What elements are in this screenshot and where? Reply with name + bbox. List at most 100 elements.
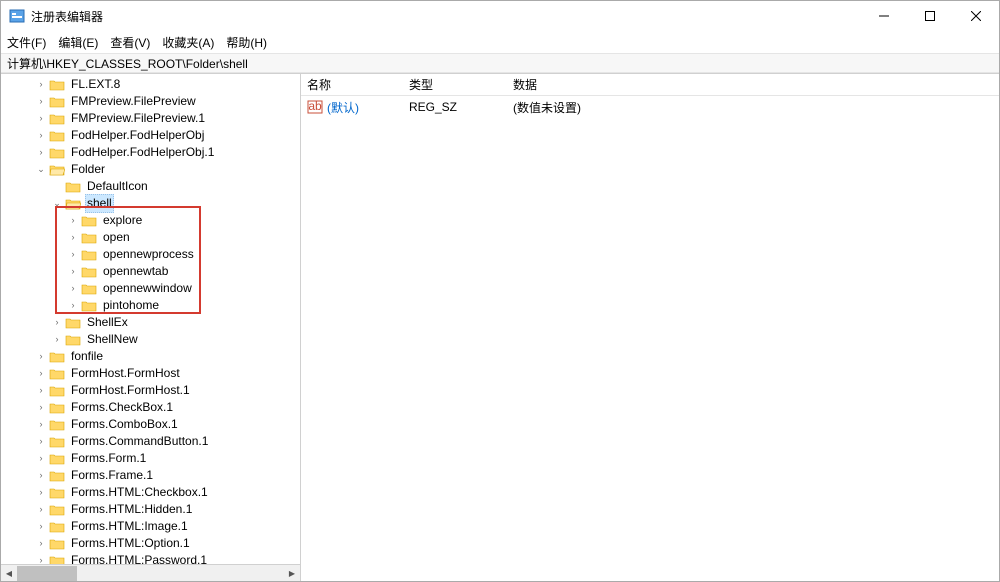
menu-view[interactable]: 查看(V) (110, 34, 150, 51)
menu-edit[interactable]: 编辑(E) (58, 34, 98, 51)
tree-toggle-icon[interactable]: › (35, 368, 47, 380)
tree-item[interactable]: › Forms.Frame.1 (1, 467, 300, 484)
folder-icon (49, 367, 65, 381)
tree-toggle-icon[interactable]: › (35, 147, 47, 159)
maximize-button[interactable] (907, 1, 953, 31)
tree-item[interactable]: DefaultIcon (1, 178, 300, 195)
menu-help[interactable]: 帮助(H) (226, 34, 267, 51)
tree-toggle-icon[interactable]: › (35, 436, 47, 448)
tree-toggle-icon[interactable]: › (67, 300, 79, 312)
menu-file[interactable]: 文件(F) (7, 34, 46, 51)
tree-item[interactable]: › Forms.HTML:Hidden.1 (1, 501, 300, 518)
tree-toggle-icon[interactable]: › (67, 283, 79, 295)
tree-toggle-icon[interactable]: › (35, 96, 47, 108)
content-area: › FL.EXT.8 › FMPreview.FilePreview › FMP… (1, 73, 999, 581)
folder-icon (81, 265, 97, 279)
tree-toggle-icon[interactable]: › (35, 419, 47, 431)
tree-item[interactable]: › Forms.HTML:Option.1 (1, 535, 300, 552)
tree-toggle-icon[interactable]: › (35, 402, 47, 414)
close-button[interactable] (953, 1, 999, 31)
tree-toggle-icon[interactable]: ⌄ (51, 198, 63, 210)
tree-toggle-icon[interactable]: › (67, 249, 79, 261)
folder-icon (49, 486, 65, 500)
tree-toggle-icon[interactable]: › (35, 470, 47, 482)
tree-item[interactable]: › FodHelper.FodHelperObj.1 (1, 144, 300, 161)
tree-item[interactable]: › FormHost.FormHost (1, 365, 300, 382)
tree-item[interactable]: › opennewprocess (1, 246, 300, 263)
address-bar[interactable]: 计算机\HKEY_CLASSES_ROOT\Folder\shell (1, 53, 999, 73)
tree-toggle-icon[interactable]: › (35, 504, 47, 516)
folder-icon (81, 248, 97, 262)
tree-item-label: Forms.ComboBox.1 (69, 416, 180, 433)
scroll-left-icon[interactable]: ◀ (1, 565, 17, 581)
app-icon (9, 8, 25, 24)
tree-item-label: opennewtab (101, 263, 170, 280)
folder-icon (49, 503, 65, 517)
tree-toggle-icon[interactable]: › (67, 215, 79, 227)
tree-item[interactable]: › fonfile (1, 348, 300, 365)
column-name[interactable]: 名称 (307, 76, 409, 93)
tree-item[interactable]: › Forms.CommandButton.1 (1, 433, 300, 450)
minimize-button[interactable] (861, 1, 907, 31)
tree-item[interactable]: › FL.EXT.8 (1, 76, 300, 93)
value-row[interactable]: ab (默认) REG_SZ (数值未设置) (307, 98, 993, 116)
tree-item[interactable]: › FMPreview.FilePreview.1 (1, 110, 300, 127)
tree-item[interactable]: › ShellNew (1, 331, 300, 348)
tree-item-label: FMPreview.FilePreview.1 (69, 110, 207, 127)
tree-item-label: ShellNew (85, 331, 140, 348)
tree-item[interactable]: › FMPreview.FilePreview (1, 93, 300, 110)
tree-item[interactable]: › Forms.HTML:Checkbox.1 (1, 484, 300, 501)
folder-icon (65, 316, 81, 330)
tree-toggle-icon[interactable]: › (67, 232, 79, 244)
tree-scrollbar-horizontal[interactable]: ◀ ▶ (1, 564, 300, 581)
tree-toggle-icon[interactable]: › (35, 453, 47, 465)
tree-toggle-icon[interactable]: › (35, 79, 47, 91)
column-type[interactable]: 类型 (409, 76, 513, 93)
tree-item-label: open (101, 229, 132, 246)
tree-toggle-icon[interactable]: › (35, 113, 47, 125)
tree-toggle-icon[interactable]: ⌄ (35, 164, 47, 176)
values-list[interactable]: ab (默认) REG_SZ (数值未设置) (301, 96, 999, 581)
tree-toggle-icon[interactable]: › (67, 266, 79, 278)
tree-toggle-icon[interactable]: › (35, 538, 47, 550)
menubar: 文件(F) 编辑(E) 查看(V) 收藏夹(A) 帮助(H) (1, 31, 999, 53)
tree-toggle-icon[interactable]: › (51, 334, 63, 346)
tree-item-label: ShellEx (85, 314, 130, 331)
tree-item[interactable]: › opennewtab (1, 263, 300, 280)
scroll-right-icon[interactable]: ▶ (284, 565, 300, 581)
tree-item[interactable]: ⌄ shell (1, 195, 300, 212)
tree-toggle-icon[interactable]: › (51, 317, 63, 329)
tree-toggle-icon[interactable]: › (35, 130, 47, 142)
tree-item[interactable]: › open (1, 229, 300, 246)
tree-item[interactable]: › FodHelper.FodHelperObj (1, 127, 300, 144)
folder-icon (65, 333, 81, 347)
tree-item-label: FormHost.FormHost (69, 365, 182, 382)
tree-item-label: Forms.Frame.1 (69, 467, 155, 484)
tree-toggle-icon[interactable] (51, 181, 63, 193)
tree-toggle-icon[interactable]: › (35, 521, 47, 533)
tree-toggle-icon[interactable]: › (35, 487, 47, 499)
tree-item[interactable]: › explore (1, 212, 300, 229)
folder-icon (49, 520, 65, 534)
window-title: 注册表编辑器 (31, 8, 861, 25)
tree-item[interactable]: › ShellEx (1, 314, 300, 331)
tree-item[interactable]: ⌄ Folder (1, 161, 300, 178)
tree-item[interactable]: › Forms.HTML:Image.1 (1, 518, 300, 535)
tree-panel[interactable]: › FL.EXT.8 › FMPreview.FilePreview › FMP… (1, 74, 301, 581)
titlebar: 注册表编辑器 (1, 1, 999, 31)
tree-item[interactable]: › Forms.Form.1 (1, 450, 300, 467)
menu-favorites[interactable]: 收藏夹(A) (162, 34, 214, 51)
tree-item-label: DefaultIcon (85, 178, 150, 195)
tree-toggle-icon[interactable]: › (35, 385, 47, 397)
value-name: (默认) (327, 99, 409, 116)
tree-toggle-icon[interactable]: › (35, 351, 47, 363)
scroll-thumb[interactable] (17, 566, 77, 581)
folder-icon (49, 146, 65, 160)
tree-item[interactable]: › Forms.ComboBox.1 (1, 416, 300, 433)
tree-item[interactable]: › FormHost.FormHost.1 (1, 382, 300, 399)
tree-item[interactable]: › pintohome (1, 297, 300, 314)
column-data[interactable]: 数据 (513, 76, 999, 93)
folder-icon (49, 78, 65, 92)
tree-item[interactable]: › Forms.CheckBox.1 (1, 399, 300, 416)
tree-item[interactable]: › opennewwindow (1, 280, 300, 297)
